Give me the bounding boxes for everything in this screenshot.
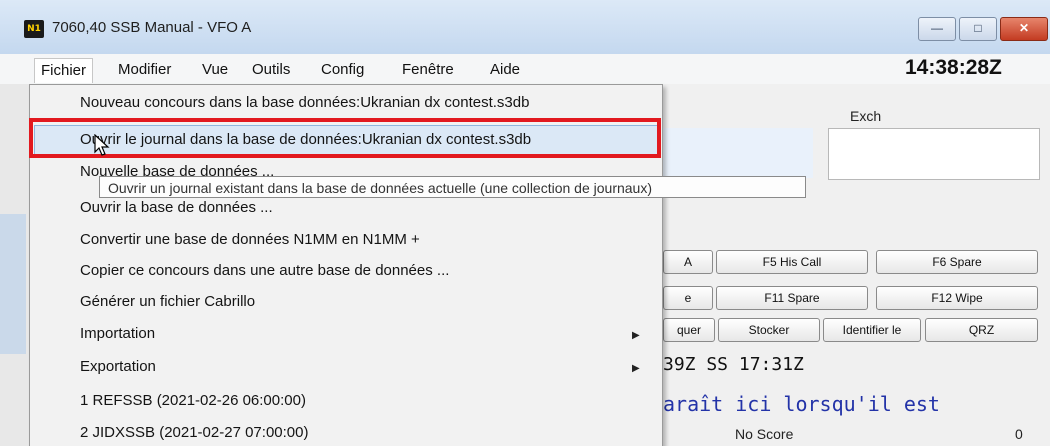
exch-input[interactable] <box>828 128 1040 180</box>
main-window: N1 7060,40 SSB Manual - VFO A — □ ✕ Fich… <box>0 0 1050 446</box>
menu-vue[interactable]: Vue <box>196 58 234 82</box>
left-panel-edge <box>0 84 30 446</box>
menu-item-recent-1[interactable]: 1 REFSSB (2021-02-26 06:00:00) <box>80 389 306 413</box>
submenu-arrow-icon: ▶ <box>632 330 640 341</box>
minimize-button[interactable]: — <box>918 17 956 41</box>
menu-aide[interactable]: Aide <box>484 58 526 82</box>
exch-label: Exch <box>850 108 882 124</box>
fkey-f5-button[interactable]: F5 His Call <box>716 250 868 274</box>
menu-item-nouveau-concours[interactable]: Nouveau concours dans la base données:Uk… <box>80 91 529 115</box>
title-bar: N1 7060,40 SSB Manual - VFO A — □ ✕ <box>0 0 1050 54</box>
info-message: araît ici lorsqu'il est <box>663 392 940 416</box>
submenu-arrow-icon: ▶ <box>632 363 640 374</box>
menu-config[interactable]: Config <box>315 58 370 82</box>
utc-clock: 14:38:28Z <box>905 56 1002 79</box>
score-count: 0 <box>1015 426 1023 442</box>
time-status: 39Z SS 17:31Z <box>663 354 804 375</box>
window-title: 7060,40 SSB Manual - VFO A <box>52 19 252 36</box>
score-label: No Score <box>735 426 794 442</box>
tooltip: Ouvrir un journal existant dans la base … <box>99 176 806 198</box>
fkey-f4-button[interactable]: A <box>663 250 713 274</box>
qrz-button[interactable]: QRZ <box>925 318 1038 342</box>
menu-item-importation[interactable]: Importation <box>80 322 155 346</box>
fkey-f10-button[interactable]: e <box>663 286 713 310</box>
close-button[interactable]: ✕ <box>1000 17 1048 41</box>
stocker-button[interactable]: Stocker <box>718 318 820 342</box>
menu-bar: Fichier Modifier Vue Outils Config Fenêt… <box>0 54 1050 84</box>
fkey-f6-button[interactable]: F6 Spare <box>876 250 1038 274</box>
fkey-f11-button[interactable]: F11 Spare <box>716 286 868 310</box>
maximize-button[interactable]: □ <box>959 17 997 41</box>
menu-fenetre[interactable]: Fenêtre <box>396 58 460 82</box>
mouse-pointer-icon <box>94 134 110 156</box>
menu-item-recent-2[interactable]: 2 JIDXSSB (2021-02-27 07:00:00) <box>80 421 308 445</box>
menu-fichier[interactable]: Fichier <box>34 58 94 83</box>
fkey-f12-button[interactable]: F12 Wipe <box>876 286 1038 310</box>
app-logo-icon: N1 <box>24 20 44 38</box>
menu-item-ouvrir-base[interactable]: Ouvrir la base de données ... <box>80 196 273 220</box>
menu-item-copier[interactable]: Copier ce concours dans une autre base d… <box>80 259 449 283</box>
menu-item-cabrillo[interactable]: Générer un fichier Cabrillo <box>80 290 255 314</box>
menu-item-exportation[interactable]: Exportation <box>80 355 156 379</box>
entry-field[interactable] <box>663 128 813 178</box>
menu-modifier[interactable]: Modifier <box>112 58 177 82</box>
menu-item-convertir[interactable]: Convertir une base de données N1MM en N1… <box>80 228 420 252</box>
annotation-highlight-box <box>29 118 661 158</box>
marquer-button[interactable]: quer <box>663 318 715 342</box>
identifier-button[interactable]: Identifier le <box>823 318 921 342</box>
menu-outils[interactable]: Outils <box>246 58 296 82</box>
